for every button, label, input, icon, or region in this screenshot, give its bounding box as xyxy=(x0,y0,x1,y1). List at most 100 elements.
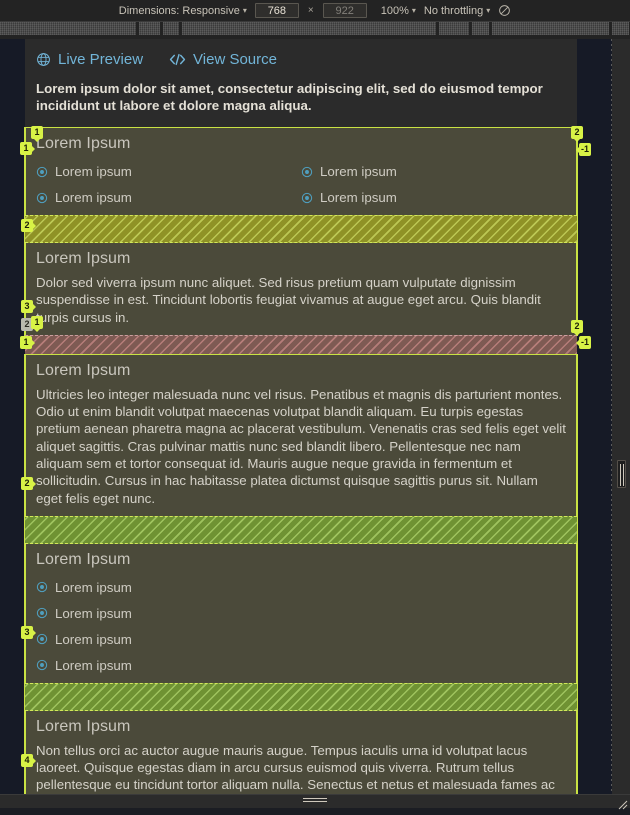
section-heading: Lorem Ipsum xyxy=(36,135,131,153)
section-list: Lorem ipsum Lorem ipsum Lorem ipsum Lore… xyxy=(25,575,577,683)
page-links: Live Preview View Source xyxy=(25,39,577,74)
list-item-label: Lorem ipsum xyxy=(320,164,397,180)
list-item-label: Lorem ipsum xyxy=(55,164,132,180)
list-item[interactable]: Lorem ipsum xyxy=(36,653,566,679)
list-item[interactable]: Lorem ipsum xyxy=(36,627,566,653)
section-heading: Lorem Ipsum xyxy=(36,550,131,568)
ruler-segment xyxy=(472,22,490,35)
dimensions-label: Dimensions: Responsive xyxy=(118,4,240,17)
bottom-resize-handle[interactable] xyxy=(303,798,327,805)
no-throttling-icon[interactable] xyxy=(498,4,511,17)
grid-area-5: Lorem Ipsum Non tellus orci ac auctor au… xyxy=(25,711,577,794)
viewport-ruler xyxy=(0,22,630,39)
list-item-label: Lorem ipsum xyxy=(55,579,132,595)
list-item-label: Lorem ipsum xyxy=(320,190,397,206)
grid-line-badge: 3 xyxy=(21,626,36,639)
code-icon xyxy=(169,52,186,67)
section-heading: Lorem Ipsum xyxy=(36,250,131,268)
grid-line-badge: 4 xyxy=(21,754,36,767)
ruler-segment xyxy=(163,22,180,35)
section-paragraph: Non tellus orci ac auctor augue mauris a… xyxy=(36,742,555,793)
section-paragraph: Ultricies leo integer malesuada nunc vel… xyxy=(36,386,566,506)
radio-icon xyxy=(36,660,48,671)
grid-line-badge: 2 xyxy=(21,477,36,490)
radio-icon xyxy=(301,192,313,203)
grid-line-badge: 2 xyxy=(571,126,583,142)
globe-icon xyxy=(36,52,51,67)
radio-icon xyxy=(36,634,48,645)
grid-line-badge: 1 xyxy=(20,336,35,349)
list-item-label: Lorem ipsum xyxy=(55,657,132,673)
device-toolbar: Dimensions: Responsive ▾ × 100% ▾ No thr… xyxy=(0,0,630,22)
grid-row-gap xyxy=(25,515,577,544)
list-item-label: Lorem ipsum xyxy=(55,605,132,621)
section-heading: Lorem Ipsum xyxy=(36,717,131,735)
grid-line-badge: 1 xyxy=(20,142,35,155)
list-item[interactable]: Lorem ipsum xyxy=(301,185,566,211)
viewport-width-input[interactable] xyxy=(254,3,299,18)
grid-area-3: Lorem Ipsum Ultricies leo integer malesu… xyxy=(25,355,577,516)
ruler-segment xyxy=(0,22,137,35)
list-item[interactable]: Lorem ipsum xyxy=(36,575,566,601)
grid-area-4: Lorem Ipsum Lorem ipsum Lorem ipsum Lore… xyxy=(25,544,577,683)
device-viewport: Live Preview View Source Lorem ipsum dol… xyxy=(0,39,630,794)
grid-column-line xyxy=(25,354,26,794)
grid-block-b: Lorem Ipsum Ultricies leo integer malesu… xyxy=(24,353,578,794)
section-list: Lorem ipsum Lorem ipsum Lorem ipsum Lore… xyxy=(25,159,577,215)
section-heading: Lorem Ipsum xyxy=(36,361,131,379)
view-source-link[interactable]: View Source xyxy=(169,51,277,68)
list-item[interactable]: Lorem ipsum xyxy=(301,159,566,185)
list-item-label: Lorem ipsum xyxy=(55,190,132,206)
grid-line-badge: 2 xyxy=(571,320,583,336)
rendered-page: Live Preview View Source Lorem ipsum dol… xyxy=(24,39,578,794)
section-paragraph: Dolor sed viverra ipsum nunc aliquet. Se… xyxy=(36,275,541,325)
radio-icon xyxy=(36,166,48,177)
grid-area-2: Lorem Ipsum Dolor sed viverra ipsum nunc… xyxy=(25,243,577,335)
chevron-down-icon: ▾ xyxy=(242,6,247,15)
intro-paragraph: Lorem ipsum dolor sit amet, consectetur … xyxy=(36,81,543,114)
grid-line-badge: 3 xyxy=(21,300,36,313)
throttling-label: No throttling xyxy=(423,4,484,17)
ruler-ticks xyxy=(0,22,630,39)
chevron-down-icon: ▾ xyxy=(411,6,416,15)
grid-gap-pink xyxy=(25,334,577,355)
grid-block-a: Lorem Ipsum Lorem ipsum Lorem ipsum Lore… xyxy=(24,127,578,336)
zoom-label: 100% xyxy=(380,4,409,17)
vertical-resize-handle[interactable] xyxy=(617,460,626,488)
viewport-right-pane xyxy=(612,39,630,794)
radio-icon xyxy=(36,582,48,593)
list-item[interactable]: Lorem ipsum xyxy=(36,601,566,627)
view-source-label: View Source xyxy=(193,51,277,68)
radio-icon xyxy=(36,608,48,619)
ruler-segment xyxy=(139,22,161,35)
radio-icon xyxy=(36,192,48,203)
grid-line-badge: 1 xyxy=(31,316,43,332)
bottom-bar xyxy=(0,794,630,810)
throttling-dropdown[interactable]: No throttling ▾ xyxy=(424,5,490,17)
live-preview-label: Live Preview xyxy=(58,51,144,68)
viewport-height-input[interactable] xyxy=(322,3,367,18)
list-item[interactable]: Lorem ipsum xyxy=(36,159,301,185)
ruler-segment xyxy=(612,22,630,35)
grid-area-1: Lorem Ipsum Lorem ipsum Lorem ipsum Lore… xyxy=(25,128,577,215)
ruler-segment xyxy=(492,22,610,35)
live-preview-link[interactable]: Live Preview xyxy=(36,51,143,68)
radio-icon xyxy=(301,166,313,177)
list-item[interactable]: Lorem ipsum xyxy=(36,185,301,211)
grid-line-badge: 1 xyxy=(31,126,43,142)
ruler-segment xyxy=(439,22,470,35)
list-item-label: Lorem ipsum xyxy=(55,631,132,647)
dimensions-dropdown[interactable]: Dimensions: Responsive ▾ xyxy=(119,5,247,17)
page-edge-guide xyxy=(611,39,612,794)
multiply-symbol: × xyxy=(307,5,314,16)
grid-line-badge: -1 xyxy=(575,336,592,349)
grid-row-gap xyxy=(25,682,577,711)
chevron-down-icon: ▾ xyxy=(486,6,491,15)
grid-column-line xyxy=(576,354,577,794)
zoom-dropdown[interactable]: 100% ▾ xyxy=(381,5,416,17)
grid-line-badge: 2 xyxy=(21,219,36,232)
ruler-segment xyxy=(182,22,437,35)
grid-row-gap xyxy=(25,215,577,244)
grid-line-badge: -1 xyxy=(575,143,592,156)
corner-resize-grip[interactable] xyxy=(618,797,628,810)
